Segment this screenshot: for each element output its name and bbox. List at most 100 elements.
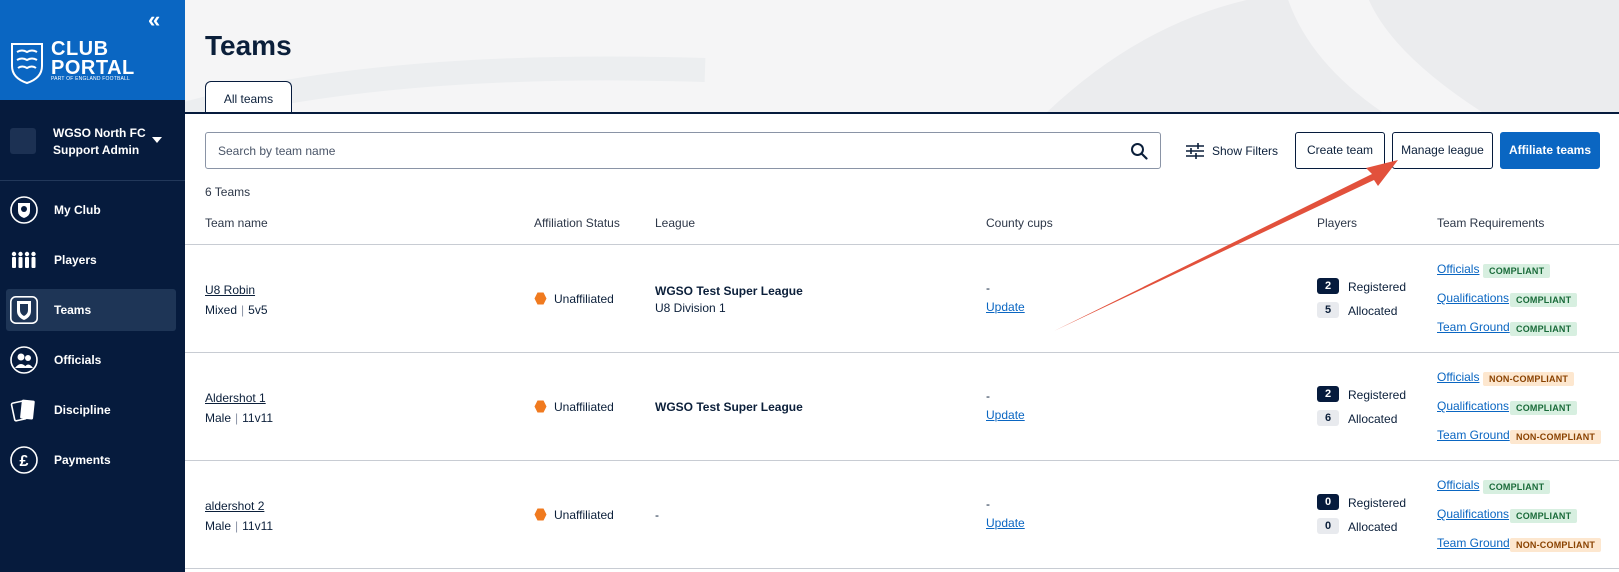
nav-item-my-club[interactable]: My Club xyxy=(6,189,176,231)
requirement-qualifications-link[interactable]: Qualifications xyxy=(1437,291,1509,305)
team-format: 5v5 xyxy=(248,303,268,317)
registered-label: Registered xyxy=(1348,280,1407,294)
county-cups-value: - xyxy=(986,281,990,295)
table-row: Aldershot 1 Male | 11v11 Unaffiliated WGSO… xyxy=(185,353,1619,461)
registered-count: 2 xyxy=(1317,278,1339,294)
allocated-count: 5 xyxy=(1317,302,1339,318)
county-cups-update-link[interactable]: Update xyxy=(986,300,1025,314)
nav-item-discipline[interactable]: Discipline xyxy=(6,389,176,431)
team-gender: Mixed xyxy=(205,303,238,317)
manage-league-button[interactable]: Manage league xyxy=(1392,132,1493,169)
requirement-officials-link[interactable]: Officials xyxy=(1437,370,1479,384)
meta-separator: | xyxy=(235,519,239,533)
team-meta: Male | 11v11 xyxy=(205,519,273,533)
team-gender: Male xyxy=(205,519,232,533)
brand-area: « CLUB PORTAL PART OF ENGLAND FOOTBALL xyxy=(0,0,185,100)
team-name-link[interactable]: aldershot 2 xyxy=(205,499,264,513)
requirement-qualifications-link[interactable]: Qualifications xyxy=(1437,399,1509,413)
cards-icon xyxy=(10,399,35,422)
team-meta: Mixed | 5v5 xyxy=(205,303,268,317)
app-root: « CLUB PORTAL PART OF ENGLAND FOOTBALL W… xyxy=(0,0,1619,572)
tab-all-teams[interactable]: All teams xyxy=(205,81,292,112)
affiliate-teams-button[interactable]: Affiliate teams xyxy=(1500,132,1600,169)
allocated-label: Allocated xyxy=(1348,304,1398,318)
meta-separator: | xyxy=(235,411,239,425)
league-division: - xyxy=(655,508,659,522)
status-badge: NON-COMPLIANT xyxy=(1510,430,1602,444)
meta-separator: | xyxy=(241,303,245,317)
nav-item-payments[interactable]: £ Payments xyxy=(6,439,176,481)
requirement-qualifications-link[interactable]: Qualifications xyxy=(1437,507,1509,521)
brand-title: CLUB PORTAL xyxy=(51,39,135,78)
club-switcher[interactable]: WGSO North FC Support Admin xyxy=(0,101,185,181)
nav-label: Players xyxy=(54,253,97,267)
page-header: Teams All teams xyxy=(185,0,1619,114)
show-filters-label: Show Filters xyxy=(1212,144,1279,158)
league-name: WGSO Test Super League xyxy=(655,284,803,298)
allocated-count: 0 xyxy=(1317,518,1339,534)
club-role: Support Admin xyxy=(53,143,140,157)
status-badge: COMPLIANT xyxy=(1510,401,1578,415)
registered-count: 2 xyxy=(1317,386,1339,402)
nav-item-officials[interactable]: Officials xyxy=(6,339,176,381)
affiliation-status: Unaffiliated xyxy=(554,292,614,306)
status-badge: NON-COMPLIANT xyxy=(1510,538,1602,552)
requirement-team-ground-link[interactable]: Team Ground xyxy=(1437,320,1510,334)
sidebar: « CLUB PORTAL PART OF ENGLAND FOOTBALL W… xyxy=(0,0,185,572)
search-icon[interactable] xyxy=(1130,142,1148,160)
county-cups-value: - xyxy=(986,497,990,511)
collapse-sidebar-icon[interactable]: « xyxy=(148,9,160,31)
unaffiliated-hexagon-icon xyxy=(534,508,547,521)
unaffiliated-hexagon-icon xyxy=(534,400,547,413)
table-row: U8 Robin Mixed | 5v5 Unaffiliated WGSO Tes… xyxy=(185,245,1619,353)
header-decoration xyxy=(185,0,1619,112)
unaffiliated-hexagon-icon xyxy=(534,292,547,305)
requirement-team-ground-link[interactable]: Team Ground xyxy=(1437,428,1510,442)
team-gender: Male xyxy=(205,411,232,425)
status-badge: NON-COMPLIANT xyxy=(1483,372,1575,386)
requirement-officials-link[interactable]: Officials xyxy=(1437,262,1479,276)
registered-count: 0 xyxy=(1317,494,1339,510)
league-name: WGSO Test Super League xyxy=(655,400,803,414)
players-icon xyxy=(11,251,36,268)
team-name-link[interactable]: Aldershot 1 xyxy=(205,391,266,405)
team-count: 6 Teams xyxy=(205,185,251,199)
nav-item-players[interactable]: Players xyxy=(6,239,176,281)
nav-label: Officials xyxy=(54,353,102,367)
club-name: WGSO North FC xyxy=(53,126,146,140)
column-header-county-cups: County cups xyxy=(986,216,1053,230)
registered-label: Registered xyxy=(1348,496,1407,510)
nav-label: Teams xyxy=(54,303,92,317)
county-cups-value: - xyxy=(986,389,990,403)
chevron-down-icon xyxy=(152,137,162,143)
nav-label: Discipline xyxy=(54,403,111,417)
allocated-label: Allocated xyxy=(1348,412,1398,426)
affiliation-status: Unaffiliated xyxy=(554,400,614,414)
team-meta: Male | 11v11 xyxy=(205,411,273,425)
status-badge: COMPLIANT xyxy=(1483,264,1551,278)
team-format: 11v11 xyxy=(242,519,274,533)
affiliation-status: Unaffiliated xyxy=(554,508,614,522)
status-badge: COMPLIANT xyxy=(1510,293,1578,307)
brand-subtitle: PART OF ENGLAND FOOTBALL xyxy=(51,76,130,82)
requirement-team-ground-link[interactable]: Team Ground xyxy=(1437,536,1510,550)
team-format: 11v11 xyxy=(242,411,274,425)
requirement-officials-link[interactable]: Officials xyxy=(1437,478,1479,492)
create-team-button[interactable]: Create team xyxy=(1295,132,1385,169)
svg-text:£: £ xyxy=(20,453,29,470)
column-header-team-requirements: Team Requirements xyxy=(1437,216,1545,230)
column-header-players: Players xyxy=(1317,216,1358,230)
sliders-icon xyxy=(1186,143,1204,159)
page-title: Teams xyxy=(205,30,292,61)
status-badge: COMPLIANT xyxy=(1483,480,1551,494)
county-cups-update-link[interactable]: Update xyxy=(986,516,1025,530)
nav-label: Payments xyxy=(54,453,111,467)
team-name-link[interactable]: U8 Robin xyxy=(205,283,255,297)
county-cups-update-link[interactable]: Update xyxy=(986,408,1025,422)
allocated-count: 6 xyxy=(1317,410,1339,426)
pound-icon: £ xyxy=(10,446,38,474)
search-input[interactable] xyxy=(218,141,1098,161)
club-badge xyxy=(10,128,36,154)
teams-shield-icon xyxy=(10,296,38,324)
nav-item-teams[interactable]: Teams xyxy=(6,289,176,331)
